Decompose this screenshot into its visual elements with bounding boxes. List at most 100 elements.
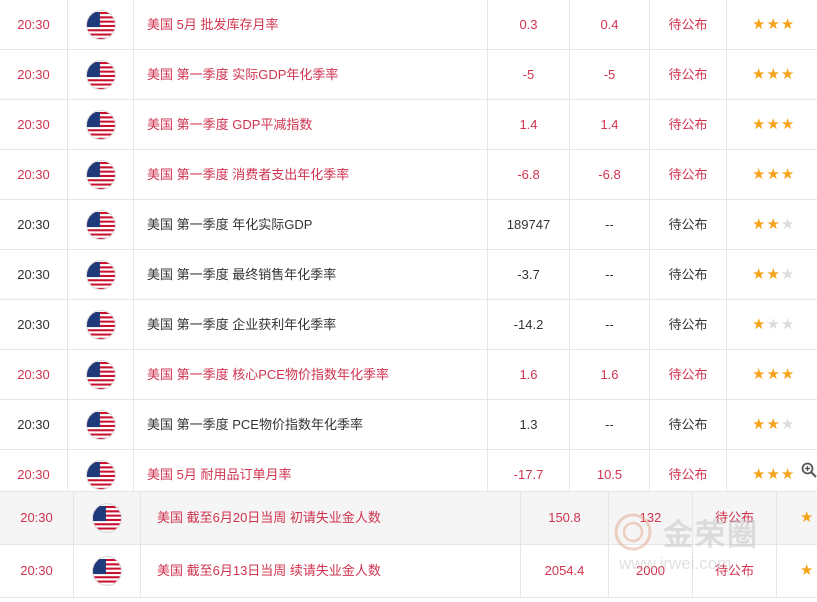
table-row[interactable]: 20:30 美国 截至6月13日当周 续请失业金人数 2054.4 2000 待公布 ★ bbox=[0, 545, 817, 598]
star-icon: ★ bbox=[752, 416, 767, 433]
country-flag-cell bbox=[68, 350, 134, 399]
forecast-value: -- bbox=[570, 250, 650, 299]
event-time: 20:30 bbox=[0, 200, 68, 249]
event-name[interactable]: 美国 5月 批发库存月率 bbox=[134, 0, 488, 49]
event-name[interactable]: 美国 第一季度 年化实际GDP bbox=[134, 200, 488, 249]
country-flag-cell bbox=[68, 200, 134, 249]
previous-value: 0.3 bbox=[488, 0, 570, 49]
us-flag-icon bbox=[86, 261, 115, 289]
table-row[interactable]: 20:30 美国 第一季度 实际GDP年化季率 -5 -5 待公布 ★★★ bbox=[0, 50, 817, 100]
event-name[interactable]: 美国 截至6月13日当周 续请失业金人数 bbox=[141, 545, 521, 597]
forecast-value: -5 bbox=[570, 50, 650, 99]
us-flag-icon bbox=[86, 61, 115, 89]
country-flag-cell bbox=[74, 492, 141, 544]
economic-calendar-table-lower: 20:30 美国 截至6月20日当周 初请失业金人数 150.8 132 待公布 ★ 20:… bbox=[0, 491, 817, 598]
importance-stars: ★★★ bbox=[727, 300, 817, 349]
star-icon: ★ bbox=[800, 509, 815, 526]
star-icon: ★ bbox=[752, 466, 767, 483]
star-icon: ★ bbox=[766, 416, 781, 433]
us-flag-icon bbox=[86, 461, 115, 489]
previous-value: 150.8 bbox=[521, 492, 609, 544]
star-icon: ★ bbox=[766, 166, 781, 183]
table-row[interactable]: 20:30 美国 第一季度 年化实际GDP 189747 -- 待公布 ★★★ bbox=[0, 200, 817, 250]
event-time: 20:30 bbox=[0, 50, 68, 99]
event-name[interactable]: 美国 截至6月20日当周 初请失业金人数 bbox=[141, 492, 521, 544]
importance-stars: ★ bbox=[777, 545, 817, 597]
event-name[interactable]: 美国 第一季度 核心PCE物价指数年化季率 bbox=[134, 350, 488, 399]
star-icon: ★ bbox=[766, 466, 781, 483]
previous-value: -14.2 bbox=[488, 300, 570, 349]
us-flag-icon bbox=[86, 211, 115, 239]
star-icon: ★ bbox=[780, 266, 796, 283]
star-icon: ★ bbox=[766, 116, 781, 133]
table-row[interactable]: 20:30 美国 截至6月20日当周 初请失业金人数 150.8 132 待公布 ★ bbox=[0, 492, 817, 545]
actual-value: 待公布 bbox=[650, 250, 727, 299]
country-flag-cell bbox=[68, 50, 134, 99]
event-name[interactable]: 美国 第一季度 企业获利年化季率 bbox=[134, 300, 488, 349]
forecast-value: 1.6 bbox=[570, 350, 650, 399]
economic-calendar-table: 20:30 美国 5月 批发库存月率 0.3 0.4 待公布 ★★★ 20:30 美国 第一季… bbox=[0, 0, 817, 500]
table-row[interactable]: 20:30 美国 第一季度 企业获利年化季率 -14.2 -- 待公布 ★★★ bbox=[0, 300, 817, 350]
star-icon: ★ bbox=[752, 166, 767, 183]
actual-value: 待公布 bbox=[693, 545, 777, 597]
us-flag-icon bbox=[86, 311, 115, 339]
table-row[interactable]: 20:30 美国 第一季度 GDP平减指数 1.4 1.4 待公布 ★★★ bbox=[0, 100, 817, 150]
previous-value: 2054.4 bbox=[521, 545, 609, 597]
country-flag-cell bbox=[68, 300, 134, 349]
star-icon: ★ bbox=[780, 16, 796, 33]
forecast-value: -- bbox=[570, 200, 650, 249]
star-icon: ★ bbox=[752, 266, 767, 283]
event-name[interactable]: 美国 第一季度 实际GDP年化季率 bbox=[134, 50, 488, 99]
event-name[interactable]: 美国 第一季度 GDP平减指数 bbox=[134, 100, 488, 149]
table-row[interactable]: 20:30 美国 5月 批发库存月率 0.3 0.4 待公布 ★★★ bbox=[0, 0, 817, 50]
importance-stars: ★★★ bbox=[727, 350, 817, 399]
event-time: 20:30 bbox=[0, 250, 68, 299]
table-row[interactable]: 20:30 美国 第一季度 最终销售年化季率 -3.7 -- 待公布 ★★★ bbox=[0, 250, 817, 300]
zoom-in-icon[interactable] bbox=[801, 462, 817, 478]
importance-stars: ★★★ bbox=[727, 100, 817, 149]
country-flag-cell bbox=[68, 0, 134, 49]
table-row[interactable]: 20:30 美国 第一季度 核心PCE物价指数年化季率 1.6 1.6 待公布 ★★★ bbox=[0, 350, 817, 400]
event-time: 20:30 bbox=[0, 150, 68, 199]
forecast-value: -- bbox=[570, 300, 650, 349]
forecast-value: -6.8 bbox=[570, 150, 650, 199]
us-flag-icon bbox=[86, 111, 115, 139]
country-flag-cell bbox=[74, 545, 141, 597]
star-icon: ★ bbox=[780, 66, 796, 83]
previous-value: -6.8 bbox=[488, 150, 570, 199]
forecast-value: 2000 bbox=[609, 545, 693, 597]
event-name[interactable]: 美国 第一季度 最终销售年化季率 bbox=[134, 250, 488, 299]
star-icon: ★ bbox=[780, 166, 796, 183]
us-flag-icon bbox=[86, 411, 115, 439]
event-name[interactable]: 美国 第一季度 消费者支出年化季率 bbox=[134, 150, 488, 199]
importance-stars: ★★★ bbox=[727, 150, 817, 199]
previous-value: 1.6 bbox=[488, 350, 570, 399]
event-time: 20:30 bbox=[0, 0, 68, 49]
event-time: 20:30 bbox=[0, 492, 74, 544]
star-icon: ★ bbox=[780, 116, 796, 133]
importance-stars: ★★★ bbox=[727, 50, 817, 99]
previous-value: 189747 bbox=[488, 200, 570, 249]
star-icon: ★ bbox=[752, 16, 767, 33]
actual-value: 待公布 bbox=[650, 200, 727, 249]
star-icon: ★ bbox=[766, 66, 781, 83]
us-flag-icon bbox=[86, 11, 115, 39]
actual-value: 待公布 bbox=[650, 100, 727, 149]
star-icon: ★ bbox=[766, 266, 781, 283]
star-icon: ★ bbox=[752, 366, 767, 383]
table-row[interactable]: 20:30 美国 第一季度 PCE物价指数年化季率 1.3 -- 待公布 ★★★ bbox=[0, 400, 817, 450]
us-flag-icon bbox=[93, 504, 121, 532]
star-icon: ★ bbox=[780, 416, 796, 433]
importance-stars: ★★★ bbox=[727, 200, 817, 249]
actual-value: 待公布 bbox=[650, 300, 727, 349]
star-icon: ★ bbox=[800, 562, 815, 579]
star-icon: ★ bbox=[766, 316, 781, 333]
table-row[interactable]: 20:30 美国 第一季度 消费者支出年化季率 -6.8 -6.8 待公布 ★★★ bbox=[0, 150, 817, 200]
event-time: 20:30 bbox=[0, 400, 68, 449]
actual-value: 待公布 bbox=[650, 400, 727, 449]
star-icon: ★ bbox=[752, 116, 767, 133]
star-icon: ★ bbox=[752, 316, 767, 333]
us-flag-icon bbox=[93, 557, 121, 585]
country-flag-cell bbox=[68, 100, 134, 149]
event-name[interactable]: 美国 第一季度 PCE物价指数年化季率 bbox=[134, 400, 488, 449]
